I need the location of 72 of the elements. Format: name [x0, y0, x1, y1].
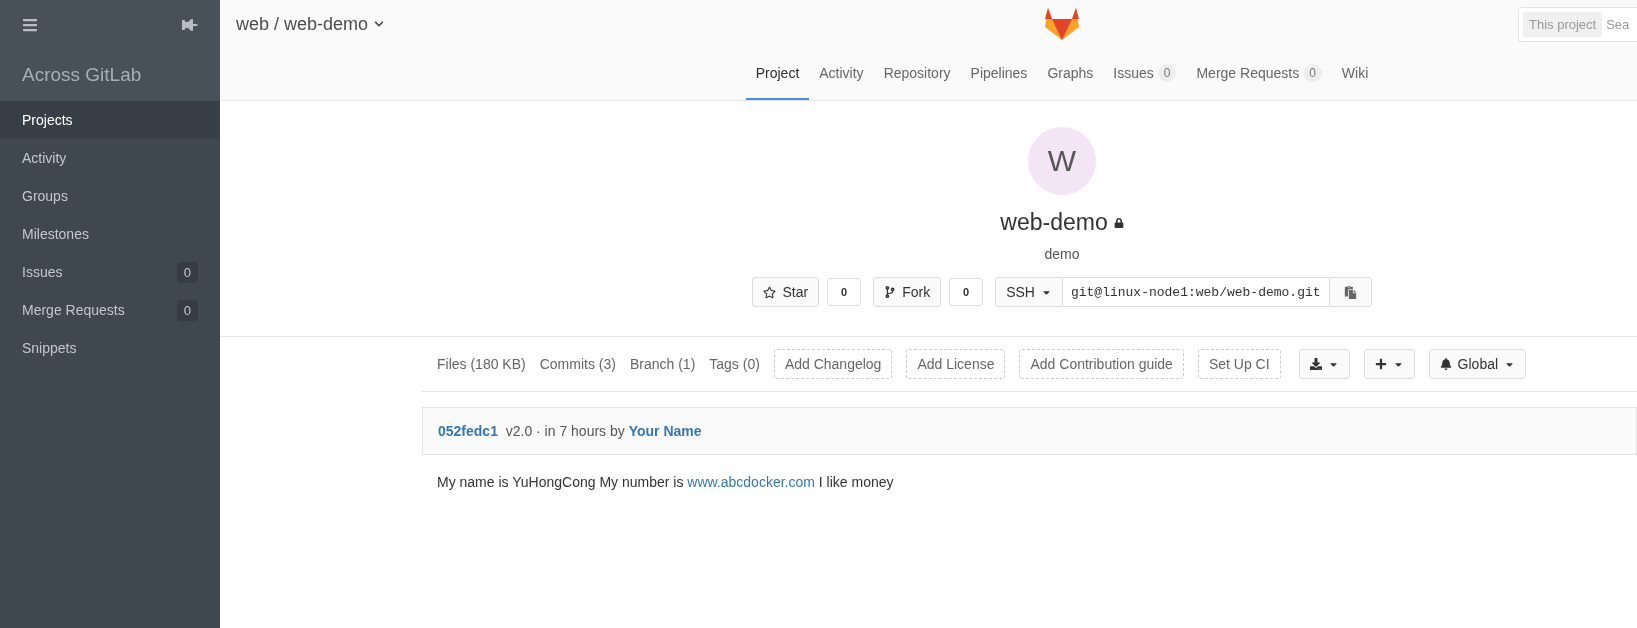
clipboard-icon — [1343, 285, 1357, 299]
sidebar-item[interactable]: Activity — [0, 139, 220, 177]
chevron-down-icon[interactable] — [374, 19, 385, 29]
sidebar-item-label: Issues — [22, 264, 63, 280]
sidebar-item[interactable]: Snippets — [0, 329, 220, 367]
website-link[interactable]: www.abcdocker.com — [687, 474, 815, 490]
nav-tab[interactable]: Wiki — [1331, 48, 1379, 100]
fork-count: 0 — [949, 278, 984, 306]
add-file-button[interactable]: Set Up CI — [1197, 349, 1281, 379]
copy-button[interactable] — [1328, 277, 1372, 307]
sidebar-item-label: Groups — [22, 188, 68, 204]
add-dropdown[interactable] — [1363, 349, 1415, 379]
star-button[interactable]: Star — [752, 277, 820, 307]
sidebar-item-label: Activity — [22, 150, 67, 166]
nav-tab[interactable]: Graphs — [1037, 48, 1104, 100]
protocol-dropdown[interactable]: SSH — [995, 277, 1063, 307]
project-name: web-demo — [1000, 209, 1108, 236]
count-badge: 0 — [176, 299, 198, 321]
tab-label: Issues — [1113, 65, 1154, 81]
sidebar-item[interactable]: Projects — [0, 101, 220, 139]
nav-tab[interactable]: Merge Requests 0 — [1186, 48, 1332, 100]
fox-logo-icon[interactable] — [1044, 7, 1080, 41]
fork-button[interactable]: Fork — [873, 277, 942, 307]
tab-label: Activity — [819, 65, 864, 81]
repo-stat-link[interactable]: Commits (3) — [539, 356, 616, 372]
sidebar-item[interactable]: Issues 0 — [0, 253, 220, 291]
readme-text: My name is YuHongCong My number is www.abcdocker.com I like money — [436, 473, 895, 492]
nav-tab[interactable]: Activity — [809, 48, 874, 100]
nav-tab[interactable]: Project — [745, 48, 810, 100]
tab-label: Repository — [883, 65, 951, 81]
sidebar-item[interactable]: Milestones — [0, 215, 220, 253]
sidebar-item[interactable]: Merge Requests 0 — [0, 291, 220, 329]
clone-url-field[interactable]: git@linux-node1:web/web-demo.git — [1062, 277, 1329, 307]
commit-message: v2.0 · in 7 hours by — [504, 423, 626, 439]
project-breadcrumb[interactable]: web / web-demo — [236, 13, 369, 35]
project-avatar: W — [1028, 127, 1096, 195]
count-badge: 0 — [176, 261, 198, 283]
repo-stat-link[interactable]: Tags (0) — [709, 356, 760, 372]
bell-icon — [1439, 358, 1452, 370]
add-file-button[interactable]: Add Changelog — [773, 349, 893, 379]
repo-stat-link[interactable]: Files (180 KB) — [437, 356, 526, 372]
nav-tab[interactable]: Repository — [873, 48, 961, 100]
sidebar-item[interactable]: Groups — [0, 177, 220, 215]
sidebar-item-label: Projects — [22, 112, 73, 128]
count-badge: 0 — [1303, 64, 1322, 82]
pin-icon[interactable] — [182, 17, 198, 33]
sidebar-item-label: Milestones — [22, 226, 89, 242]
nav-tab[interactable]: Pipelines — [960, 48, 1038, 100]
count-badge: 0 — [1157, 64, 1177, 82]
fork-icon — [884, 286, 897, 298]
project-description: demo — [1044, 246, 1080, 262]
repo-stat-link[interactable]: Branch (1) — [629, 356, 696, 372]
download-icon — [1309, 358, 1322, 370]
plus-icon — [1374, 358, 1387, 370]
tab-label: Project — [755, 65, 800, 81]
tab-label: Graphs — [1047, 65, 1094, 81]
sidebar-item-label: Merge Requests — [22, 302, 125, 318]
star-count: 0 — [827, 278, 862, 306]
sidebar-item-label: Snippets — [22, 340, 77, 356]
nav-tab[interactable]: Issues 0 — [1103, 48, 1187, 100]
tab-label: Wiki — [1341, 65, 1369, 81]
tab-label: Pipelines — [970, 65, 1028, 81]
notification-dropdown[interactable]: Global — [1428, 349, 1527, 379]
add-file-button[interactable]: Add License — [906, 349, 1006, 379]
download-dropdown[interactable] — [1298, 349, 1350, 379]
star-icon — [763, 285, 777, 299]
tab-label: Merge Requests — [1196, 65, 1300, 81]
commit-sha-link[interactable]: 052fedc1 — [438, 423, 498, 439]
add-file-button[interactable]: Add Contribution guide — [1019, 349, 1184, 379]
author-link[interactable]: Your Name — [628, 423, 702, 439]
menu-icon[interactable] — [22, 17, 38, 33]
sidebar-brand: Across GitLab — [22, 64, 143, 86]
